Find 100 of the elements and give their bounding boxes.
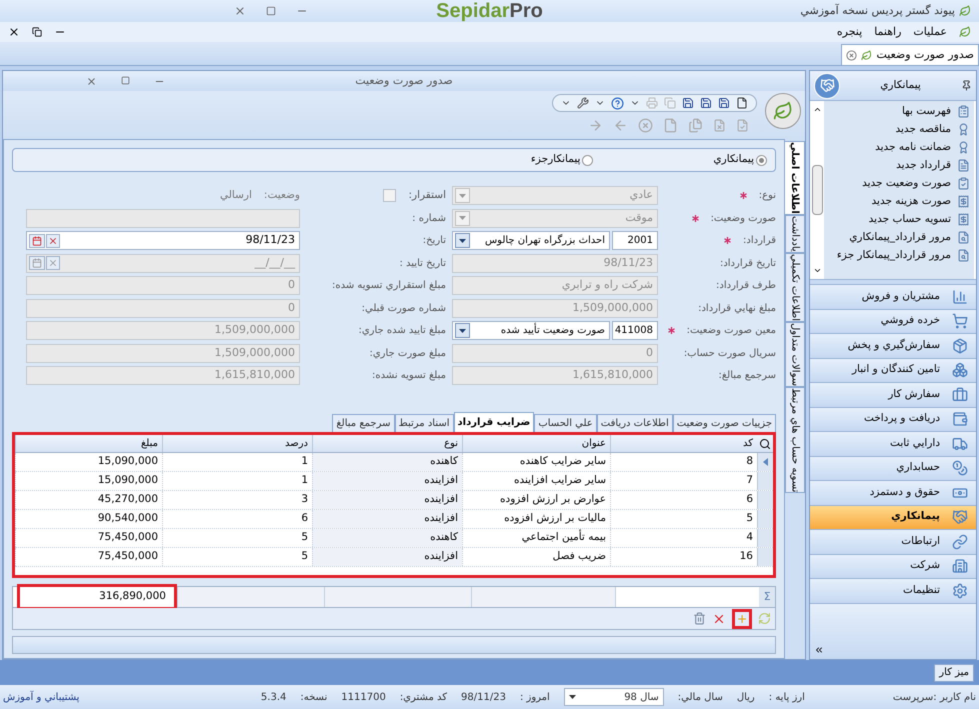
leaf-icon [959,5,971,17]
refresh-button[interactable] [758,612,771,625]
calendar-button[interactable] [29,234,45,248]
field-label: معین صورت وضعیت: [686,324,776,338]
sidebar-item[interactable]: قرارداد جدید [824,157,970,174]
side-tab[interactable]: اطلاعات اصلي [785,141,805,215]
module-button[interactable]: ارتباطات [810,530,976,554]
restore-icon [266,6,276,16]
module-button[interactable]: مشتریان و فروش [810,285,976,310]
detail-tab[interactable]: اطلاعات دریافت [596,414,673,432]
column-header[interactable]: نوع [312,435,462,452]
detail-tab[interactable]: جزییات صورت وضعیت [672,414,776,432]
handshake-icon [814,72,840,98]
column-header[interactable]: مبلغ [15,435,162,452]
sidebar-item[interactable]: فهرست بها [824,103,970,120]
detail-tab[interactable]: سرجمع مبالغ [332,414,394,432]
menu-item[interactable]: عملیات [913,24,947,40]
field-label: نوع: [758,189,776,203]
status-value: 98/11/23 [461,690,506,704]
total-cell: 316,890,000 [16,584,177,610]
table-cell: 5 [162,548,312,566]
add-button[interactable] [732,608,752,628]
column-header[interactable]: کد [610,435,757,452]
briefcase-icon [952,386,968,403]
menu-item[interactable]: راهنما [874,24,902,40]
document-search-icon [957,231,970,244]
table-cell: کاهنده [312,453,462,471]
radio-option[interactable]: پیمانکارجزء [530,152,594,168]
table-cell: کاهنده [312,529,462,547]
field-label: استقرار: [408,188,446,203]
sidebar-item[interactable]: صورت وضعیت جدید [824,175,970,192]
field-label: سریال صورت حساب: [684,346,776,360]
field-label: تاریخ: [422,234,446,248]
detail-tab[interactable]: علي الحساب [534,414,597,432]
code-field[interactable]: 411008 [612,321,658,340]
column-header[interactable]: درصد [162,435,312,452]
side-tab[interactable]: اطلاعات تکمیلي [785,252,805,322]
module-button[interactable]: حسابداري [810,456,976,481]
detail-tab[interactable]: ضرایب قرارداد [454,412,534,432]
side-tab[interactable]: سوالات متداول [785,322,805,387]
clear-button[interactable] [46,234,60,248]
link-icon [952,534,968,550]
module-button[interactable]: دارایي ثابت [810,432,976,456]
sidebar-item[interactable]: مناقصه جدید [824,121,970,138]
coins-icon [952,460,968,476]
year-select[interactable]: سال 98 [564,688,664,706]
module-button[interactable]: خرده فروشي [810,310,976,334]
sidebar-item[interactable]: صورت هزینه جدید [824,193,970,210]
scrollbar-thumb[interactable] [812,165,822,215]
caret-icon [459,238,466,242]
copy-icon [664,97,676,109]
sidebar-item[interactable]: مرور قرارداد_پیمانکاري [824,229,970,246]
table-cell: 5 [162,529,312,547]
document-tab[interactable]: صدور صورت وضعیت [841,44,979,65]
table-cell: 90,540,000 [15,510,162,528]
module-button[interactable]: سفارش‌گیري و پخش [810,334,976,358]
trash-button[interactable] [693,612,706,625]
module-button[interactable]: تامین کنندگان و انبار [810,358,976,383]
document-delete-icon [713,118,726,132]
checkbox[interactable] [383,189,396,202]
plus-icon [736,612,748,624]
status-value: 5.3.4 [260,690,286,704]
restore-icon [121,76,130,84]
table-cell: 8 [610,453,757,471]
close-icon [48,258,58,268]
support-link[interactable]: پشتیباني و آموزش [3,690,80,704]
building-icon [952,558,968,574]
field-label: شماره : [412,212,446,226]
radio-option[interactable]: پیمانکاري [713,152,767,168]
dropdown-field[interactable]: صورت وضعیت تأیید شده [452,321,610,340]
save-icon [718,97,730,109]
side-tab[interactable]: یادداشت [785,214,805,253]
code-field[interactable]: 2001 [612,231,658,250]
taskbar-button[interactable]: میز کار [934,664,974,682]
sidebar-item[interactable]: ضمانت نامه جدید [824,139,970,156]
dropdown-field[interactable]: احداث بزرگراه تهران چالوس [452,231,610,250]
dropdown-button[interactable] [455,323,470,338]
module-button[interactable]: پیمانکاري [810,506,976,530]
side-tab[interactable]: تسویه حساب هاي مرتبط [785,386,805,494]
print-icon [646,97,658,109]
sidebar-item[interactable]: مرور قرارداد_پیمانکار جزء [824,247,970,264]
clipboard-icon [957,177,970,190]
module-button[interactable]: سفارش کار [810,383,976,408]
column-header[interactable]: عنوان [462,435,610,452]
row-indicator[interactable] [757,453,773,471]
dropdown-button[interactable] [455,233,470,248]
radio-icon[interactable] [582,154,594,166]
module-button[interactable]: تنظیمات [810,579,976,604]
date-field[interactable]: 98/11/23 [26,231,300,250]
box-icon [952,338,968,354]
field-label: مبلغ تسويه نشده: [372,369,446,383]
module-button[interactable]: شرکت [810,554,976,579]
wrench-icon [577,97,589,109]
detail-tab[interactable]: اسناد مرتبط [394,414,454,432]
sidebar-item[interactable]: تسویه حساب جدید [824,211,970,228]
module-button[interactable]: حقوق و دستمزد [810,481,976,506]
menu-item[interactable]: پنجره [836,24,862,40]
radio-icon[interactable] [756,154,767,166]
module-button[interactable]: دریافت و پرداخت [810,408,976,432]
table-cell: افزاینده [312,548,462,566]
